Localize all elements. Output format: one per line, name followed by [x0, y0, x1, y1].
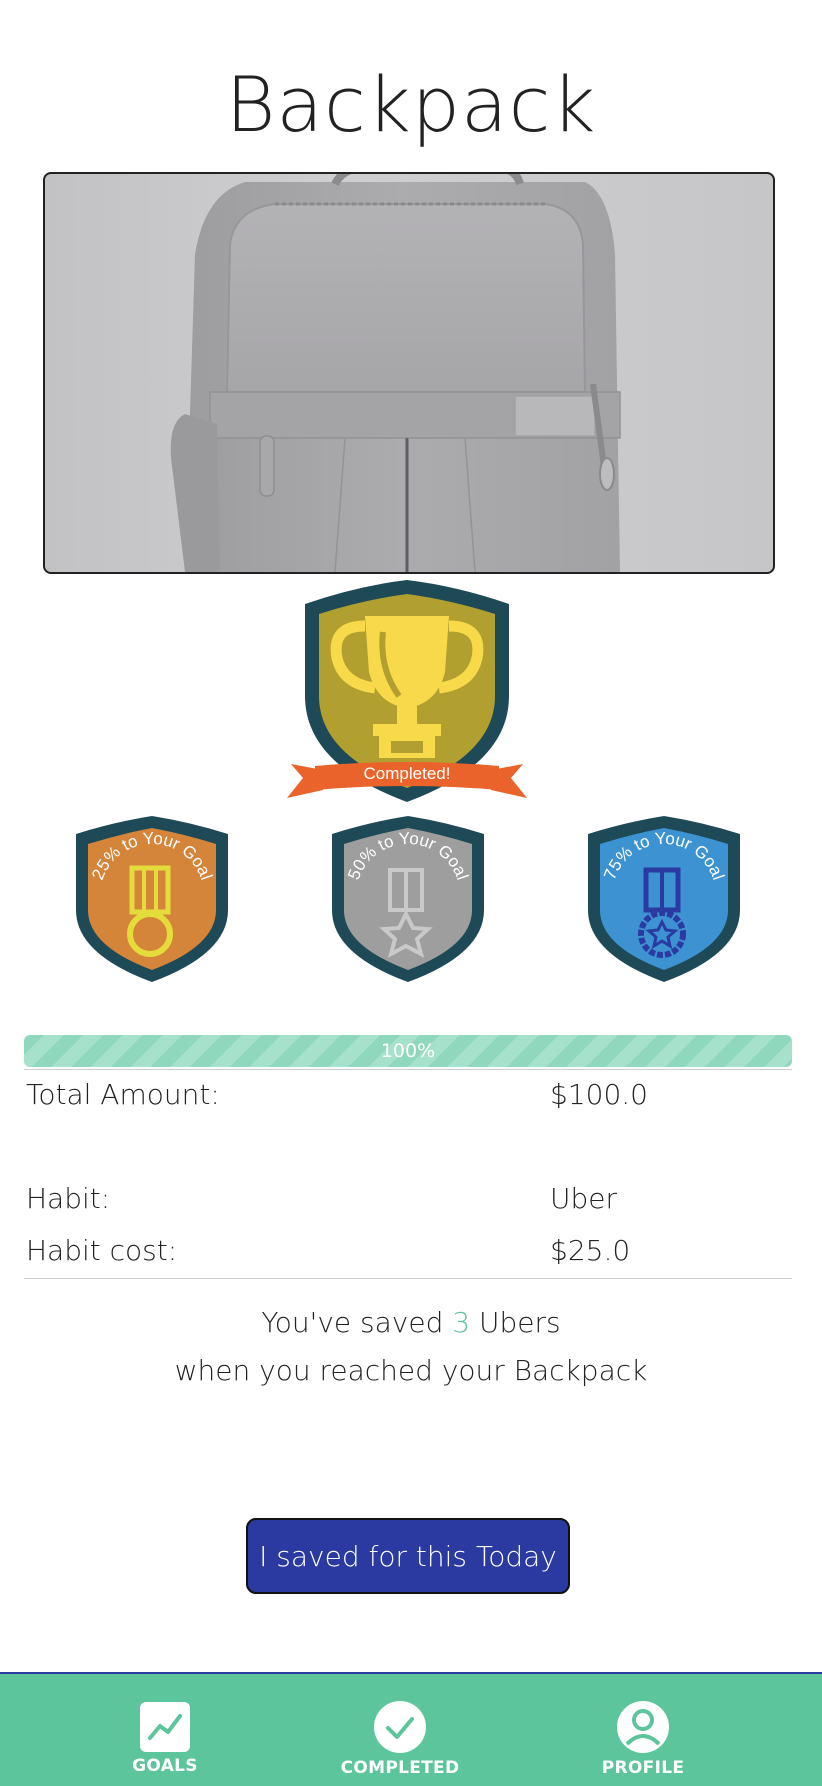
product-image: [43, 172, 775, 574]
divider: [24, 1278, 792, 1279]
habit-value: Uber: [550, 1182, 618, 1215]
completed-badge: Completed!: [287, 576, 527, 808]
nav-goals[interactable]: GOALS: [95, 1674, 235, 1786]
badge-75-percent: 75% to Your Goal: [584, 814, 744, 984]
chart-line-icon: [140, 1702, 190, 1752]
silver-medal-icon: 50% to Your Goal: [332, 816, 484, 982]
total-amount-value: $100.0: [550, 1078, 648, 1111]
blue-medal-icon: 75% to Your Goal: [588, 816, 740, 982]
page-title: Backpack: [225, 60, 597, 149]
nav-profile-label: PROFILE: [601, 1758, 685, 1778]
saved-prefix: You've saved: [261, 1306, 444, 1339]
bottom-nav: GOALS COMPLETED PROFILE: [0, 1672, 822, 1786]
total-amount-label: Total Amount:: [26, 1078, 220, 1111]
divider: [24, 1069, 792, 1070]
goal-progress-bar: 100%: [24, 1035, 792, 1067]
badge-50-percent: 50% to Your Goal: [328, 814, 488, 984]
habit-cost-value: $25.0: [550, 1234, 631, 1267]
saved-suffix: Ubers: [479, 1306, 561, 1339]
nav-goals-label: GOALS: [132, 1756, 198, 1776]
saved-summary-line1: You've saved 3 Ubers: [0, 1306, 822, 1339]
nav-completed-label: COMPLETED: [340, 1758, 460, 1778]
progress-label: 100%: [380, 1040, 436, 1062]
bronze-medal-icon: 25% to Your Goal: [76, 816, 228, 982]
checkmark-circle-icon: [374, 1701, 426, 1753]
nav-completed[interactable]: COMPLETED: [330, 1674, 470, 1786]
backpack-illustration: [170, 174, 621, 572]
user-profile-icon: [617, 1701, 669, 1753]
habit-label: Habit:: [26, 1182, 111, 1215]
completed-label: Completed!: [363, 764, 451, 783]
saved-summary-line2: when you reached your Backpack: [174, 1354, 648, 1387]
badge-25-percent: 25% to Your Goal: [72, 814, 232, 984]
saved-count: 3: [452, 1306, 471, 1339]
saved-today-button[interactable]: I saved for this Today: [246, 1518, 570, 1594]
nav-profile[interactable]: PROFILE: [573, 1674, 713, 1786]
goal-detail-screen: Backpack Completed! 25% to Your Goal 50%…: [0, 0, 822, 1786]
habit-cost-label: Habit cost:: [26, 1234, 178, 1267]
